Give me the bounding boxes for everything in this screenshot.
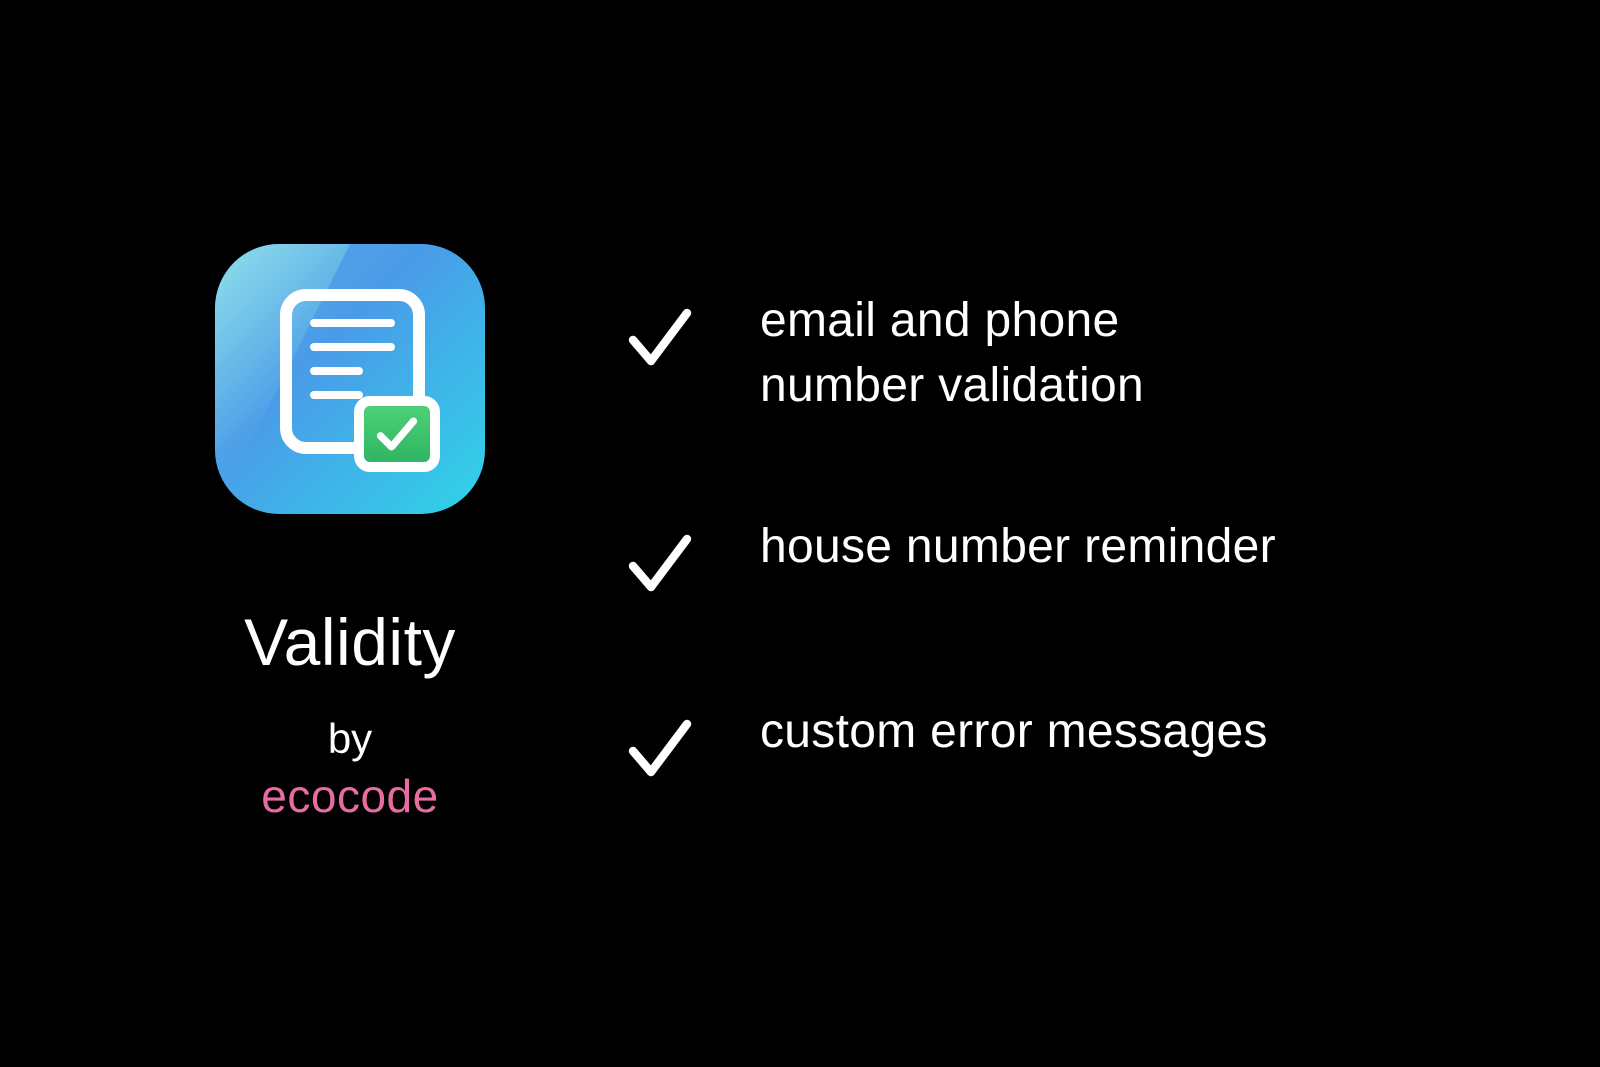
feature-item: email and phone number validation xyxy=(620,289,1420,419)
checkmark-icon xyxy=(620,523,700,603)
by-label: by xyxy=(328,715,372,763)
doc-line xyxy=(310,367,363,375)
product-title: Validity xyxy=(244,604,456,680)
feature-text: house number reminder xyxy=(760,515,1276,580)
checkmark-badge-icon xyxy=(354,396,440,472)
doc-line xyxy=(310,343,395,351)
doc-line xyxy=(310,391,363,399)
checkmark-icon xyxy=(620,297,700,377)
promo-container: Validity by ecocode email and phone numb… xyxy=(0,244,1600,823)
vendor-name: ecocode xyxy=(261,769,438,823)
feature-item: custom error messages xyxy=(620,700,1420,788)
feature-text: custom error messages xyxy=(760,700,1268,765)
doc-line xyxy=(310,319,395,327)
left-column: Validity by ecocode xyxy=(180,244,520,823)
app-icon xyxy=(215,244,485,514)
checkmark-icon xyxy=(620,708,700,788)
feature-item: house number reminder xyxy=(620,515,1420,603)
feature-list: email and phone number validation house … xyxy=(620,244,1420,823)
feature-text: email and phone number validation xyxy=(760,289,1280,419)
